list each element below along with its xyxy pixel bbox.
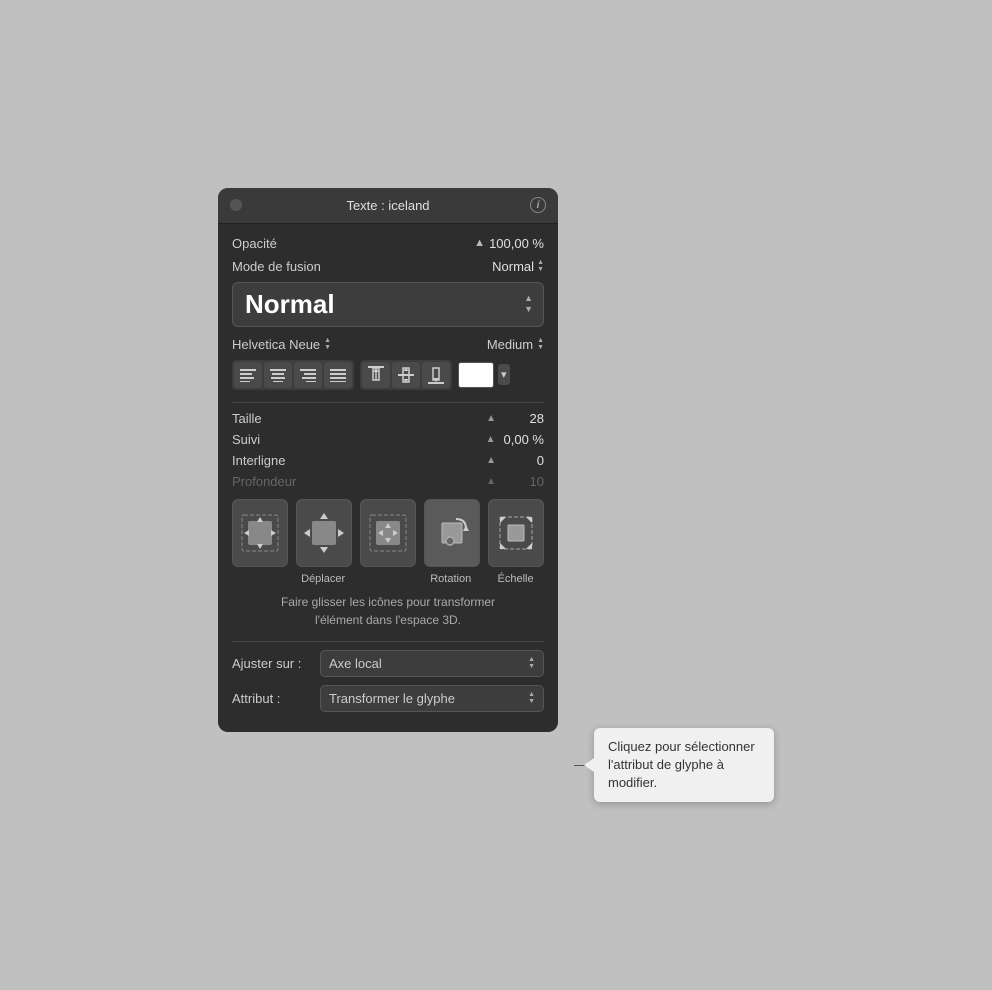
depth-slider-icon: ▲ xyxy=(486,476,496,487)
valign-bottom-button[interactable] xyxy=(422,362,450,388)
panel-wrapper: Texte : iceland i Opacité ▲ 100,00 % Mod… xyxy=(218,188,774,803)
titlebar: Texte : iceland i xyxy=(218,188,558,224)
opacity-value: 100,00 % xyxy=(489,236,544,251)
blend-mode-value: Normal xyxy=(492,259,534,274)
align-center-button[interactable] xyxy=(264,362,292,388)
tracking-label: Suivi xyxy=(232,432,260,447)
font-family-picker[interactable]: Helvetica Neue ▲ ▼ xyxy=(232,337,331,352)
opacity-row: Opacité ▲ 100,00 % xyxy=(232,236,544,251)
callout-wrapper: Cliquez pour sélectionner l'attribut de … xyxy=(574,728,774,803)
valign-middle-icon xyxy=(398,366,414,384)
content-area: Opacité ▲ 100,00 % Mode de fusion Normal… xyxy=(218,224,558,732)
divider-2 xyxy=(232,641,544,642)
rotation-btn[interactable] xyxy=(424,499,480,567)
deplacer-btn-2[interactable] xyxy=(296,499,352,567)
opacity-control: ▲ 100,00 % xyxy=(474,236,544,251)
blend-mode-select[interactable]: Normal ▲ ▼ xyxy=(492,259,544,274)
style-big-select[interactable]: Normal ▲ ▼ xyxy=(232,282,544,327)
blend-mode-label: Mode de fusion xyxy=(232,259,321,274)
font-style-arrows: ▲ ▼ xyxy=(537,337,544,351)
linespacing-label: Interligne xyxy=(232,453,285,468)
callout-text: Cliquez pour sélectionner l'attribut de … xyxy=(608,738,760,793)
size-value: 28 xyxy=(504,411,544,426)
tracking-right: ▲ 0,00 % xyxy=(486,432,544,447)
deplacer-icon-1 xyxy=(238,511,282,555)
deplacer-icon-3 xyxy=(366,511,410,555)
size-slider-icon[interactable]: ▲ xyxy=(486,413,496,424)
align-justify-button[interactable] xyxy=(324,362,352,388)
attribut-label: Attribut : xyxy=(232,691,312,706)
font-row: Helvetica Neue ▲ ▼ Medium ▲ ▼ xyxy=(232,337,544,352)
linespacing-value: 0 xyxy=(504,453,544,468)
tracking-value: 0,00 % xyxy=(504,432,544,447)
transform-labels: Déplacer Rotation Échelle xyxy=(232,573,544,585)
ajuster-select[interactable]: Axe local ▲ ▼ xyxy=(320,650,544,677)
size-right: ▲ 28 xyxy=(486,411,544,426)
deplacer-label: Déplacer xyxy=(232,573,414,585)
valign-group xyxy=(360,360,452,390)
align-justify-icon xyxy=(330,368,346,382)
transform-buttons xyxy=(232,499,544,567)
callout: Cliquez pour sélectionner l'attribut de … xyxy=(594,728,774,803)
align-left-icon xyxy=(240,368,256,382)
echelle-label: Échelle xyxy=(487,573,544,585)
ajuster-label: Ajuster sur : xyxy=(232,656,312,671)
align-left-button[interactable] xyxy=(234,362,262,388)
opacity-label: Opacité xyxy=(232,236,277,251)
attribut-row: Attribut : Transformer le glyphe ▲ ▼ xyxy=(232,685,544,712)
depth-row: Profondeur ▲ 10 xyxy=(232,474,544,489)
color-dropdown-button[interactable]: ▾ xyxy=(498,364,510,385)
depth-value: 10 xyxy=(504,474,544,489)
panel: Texte : iceland i Opacité ▲ 100,00 % Mod… xyxy=(218,188,558,732)
depth-right: ▲ 10 xyxy=(486,474,544,489)
valign-bottom-icon xyxy=(428,366,444,384)
echelle-btn[interactable] xyxy=(488,499,544,567)
opacity-slider-icon[interactable]: ▲ xyxy=(474,237,485,249)
color-picker-row: ▾ xyxy=(458,362,510,388)
style-big-select-value: Normal xyxy=(245,289,335,320)
align-right-button[interactable] xyxy=(294,362,322,388)
text-align-group xyxy=(232,360,354,390)
traffic-light-close[interactable] xyxy=(230,199,242,211)
deplacer-icon-2 xyxy=(302,511,346,555)
hint-text: Faire glisser les icônes pour transforme… xyxy=(232,593,544,629)
size-label: Taille xyxy=(232,411,262,426)
align-right-icon xyxy=(300,368,316,382)
valign-middle-button[interactable] xyxy=(392,362,420,388)
blend-mode-arrows: ▲ ▼ xyxy=(537,259,544,273)
linespacing-slider-icon[interactable]: ▲ xyxy=(486,455,496,466)
valign-top-icon xyxy=(368,366,384,384)
font-style-value: Medium xyxy=(487,337,533,352)
tracking-row: Suivi ▲ 0,00 % xyxy=(232,432,544,447)
align-buttons-row: ▾ xyxy=(232,360,544,390)
font-style-picker[interactable]: Medium ▲ ▼ xyxy=(487,337,544,352)
ajuster-row: Ajuster sur : Axe local ▲ ▼ xyxy=(232,650,544,677)
style-big-select-arrows: ▲ ▼ xyxy=(524,293,533,315)
ajuster-value: Axe local xyxy=(329,656,382,671)
attribut-arrows: ▲ ▼ xyxy=(528,691,535,705)
echelle-icon xyxy=(494,511,538,555)
blend-mode-row: Mode de fusion Normal ▲ ▼ xyxy=(232,259,544,274)
linespacing-right: ▲ 0 xyxy=(486,453,544,468)
deplacer-btn-1[interactable] xyxy=(232,499,288,567)
depth-label: Profondeur xyxy=(232,474,296,489)
font-family-arrows: ▲ ▼ xyxy=(324,337,331,351)
valign-top-button[interactable] xyxy=(362,362,390,388)
transform-section: Déplacer Rotation Échelle Faire glisser … xyxy=(232,499,544,629)
window-title: Texte : iceland xyxy=(346,198,429,213)
attribut-select[interactable]: Transformer le glyphe ▲ ▼ xyxy=(320,685,544,712)
ajuster-arrows: ▲ ▼ xyxy=(528,656,535,670)
info-button[interactable]: i xyxy=(530,197,546,213)
rotation-icon xyxy=(430,511,474,555)
align-center-icon xyxy=(270,368,286,382)
font-family-value: Helvetica Neue xyxy=(232,337,320,352)
rotation-label: Rotation xyxy=(422,573,479,585)
tracking-slider-icon[interactable]: ▲ xyxy=(486,434,496,445)
attribut-value: Transformer le glyphe xyxy=(329,691,455,706)
size-row: Taille ▲ 28 xyxy=(232,411,544,426)
divider-1 xyxy=(232,402,544,403)
deplacer-btn-3[interactable] xyxy=(360,499,416,567)
linespacing-row: Interligne ▲ 0 xyxy=(232,453,544,468)
color-swatch[interactable] xyxy=(458,362,494,388)
